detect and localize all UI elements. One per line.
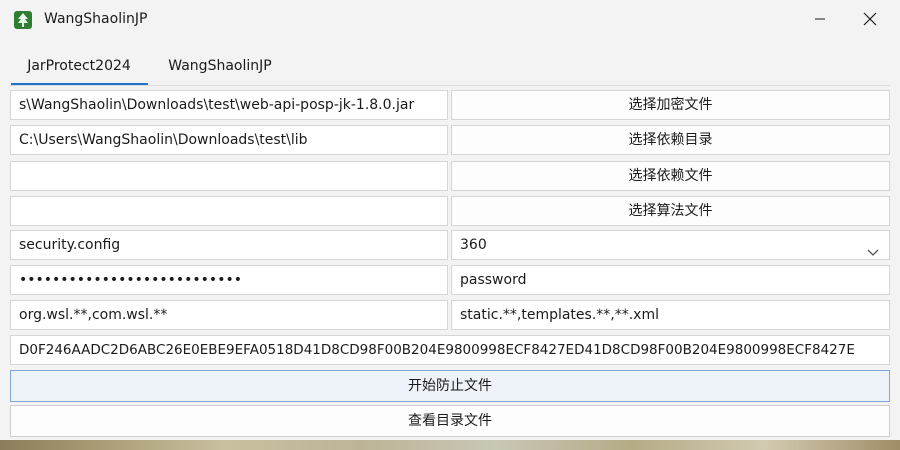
select-algorithm-file-button[interactable]: 选择算法文件 xyxy=(451,196,890,226)
include-packages-field[interactable]: org.wsl.**,com.wsl.** xyxy=(10,300,448,330)
minimize-icon xyxy=(814,13,826,29)
close-button[interactable] xyxy=(850,8,890,34)
tab-jarprotect2024[interactable]: JarProtect2024 xyxy=(10,50,148,84)
view-directory-button[interactable]: 查看目录文件 xyxy=(10,405,890,437)
jar-path-field[interactable]: s\WangShaolin\Downloads\test\web-api-pos… xyxy=(10,90,448,120)
algorithm-select[interactable]: 360 xyxy=(451,230,890,260)
algorithm-file-field[interactable] xyxy=(10,196,448,226)
chevron-down-icon xyxy=(867,240,879,256)
select-dependency-dir-button[interactable]: 选择依赖目录 xyxy=(451,125,890,155)
lib-dir-field[interactable]: C:\Users\WangShaolin\Downloads\test\lib xyxy=(10,125,448,155)
config-file-field[interactable]: security.config xyxy=(10,230,448,260)
dependency-file-field[interactable] xyxy=(10,161,448,191)
green-tree-seal-icon xyxy=(13,10,33,30)
password-label-field[interactable]: password xyxy=(451,265,890,295)
minimize-button[interactable] xyxy=(800,8,840,34)
title-bar[interactable]: WangShaolinJP xyxy=(0,0,900,44)
select-encrypt-file-button[interactable]: 选择加密文件 xyxy=(451,90,890,120)
app-window: WangShaolinJP JarProtect2024 WangShaolin… xyxy=(0,0,900,450)
tab-divider xyxy=(10,85,890,86)
select-dependency-file-button[interactable]: 选择依赖文件 xyxy=(451,161,890,191)
close-icon xyxy=(863,12,877,30)
hash-field[interactable]: D0F246AADC2D6ABC26E0EBE9EFA0518D41D8CD98… xyxy=(10,335,890,365)
tab-wangshaolinjp[interactable]: WangShaolinJP xyxy=(152,50,288,84)
start-protect-button[interactable]: 开始防止文件 xyxy=(10,370,890,402)
exclude-resources-field[interactable]: static.**,templates.**,**.xml xyxy=(451,300,890,330)
desktop-background-strip xyxy=(0,440,900,450)
window-title: WangShaolinJP xyxy=(44,11,148,27)
password-field[interactable]: ••••••••••••••••••••••••••• xyxy=(10,265,448,295)
algorithm-select-value: 360 xyxy=(460,237,487,253)
